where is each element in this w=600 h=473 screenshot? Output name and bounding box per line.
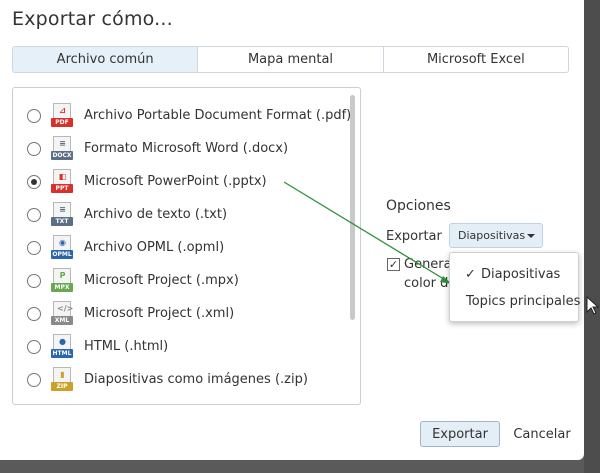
export-mode-label: Exportar [386, 229, 442, 244]
file-type-tag: TXT [51, 217, 73, 226]
file-type-glyph: P [59, 271, 66, 280]
format-label: HTML (.html) [84, 339, 169, 354]
format-radio[interactable] [27, 175, 41, 189]
format-label: Archivo OPML (.opml) [84, 240, 225, 255]
dropdown-item-diapositivas[interactable]: ✓ Diapositivas [450, 261, 580, 287]
format-radio[interactable] [27, 307, 41, 321]
format-option[interactable]: ● HTML HTML (.html) [13, 331, 353, 364]
export-mode-dropdown: ✓ Diapositivas Topics principales [449, 252, 580, 322]
format-option[interactable]: </> XML Microsoft Project (.xml) [13, 298, 353, 331]
export-dialog: Exportar cómo... Archivo común Mapa ment… [0, 0, 584, 460]
format-label: Archivo de texto (.txt) [84, 207, 228, 222]
format-radio[interactable] [27, 373, 41, 387]
format-option[interactable]: ≡ DOCX Formato Microsoft Word (.docx) [13, 133, 353, 166]
mouse-cursor-icon [586, 296, 600, 315]
format-radio[interactable] [27, 109, 41, 123]
pptx-file-icon: ◧ PPT [51, 169, 73, 195]
file-type-tag: OPML [51, 250, 73, 259]
docx-file-icon: ≡ DOCX [51, 136, 73, 162]
xml-file-icon: </> XML [51, 301, 73, 327]
file-type-glyph: ◉ [59, 238, 66, 247]
dropdown-item-label: Topics principales [466, 293, 581, 309]
format-list-scrollbar[interactable] [350, 95, 355, 320]
file-type-glyph: ◧ [58, 172, 67, 181]
dialog-title: Exportar cómo... [12, 8, 173, 30]
format-radio[interactable] [27, 241, 41, 255]
tab-archivo-comun[interactable]: Archivo común [13, 47, 199, 72]
opml-file-icon: ◉ OPML [51, 235, 73, 261]
checkmark-icon: ✓ [388, 258, 399, 271]
format-option[interactable]: ◉ OPML Archivo OPML (.opml) [13, 232, 353, 265]
export-mode-value: Diapositivas [458, 229, 526, 242]
file-type-glyph: ▮ [60, 370, 65, 379]
dropdown-item-label: Diapositivas [481, 266, 561, 282]
txt-file-icon: ≡ TXT [51, 202, 73, 228]
pdf-file-icon: ⊿ PDF [51, 103, 73, 129]
format-label: Archivo Portable Document Format (.pdf) [84, 108, 352, 123]
format-label: Microsoft Project (.xml) [84, 306, 235, 321]
format-radio[interactable] [27, 340, 41, 354]
options-heading: Opciones [386, 198, 451, 214]
file-type-glyph: ● [59, 337, 66, 346]
file-type-tag: PPT [51, 184, 73, 193]
file-type-tag: DOCX [51, 151, 73, 160]
generate-color-label-line2: color de [404, 276, 450, 291]
html-file-icon: ● HTML [51, 334, 73, 360]
file-type-glyph: </> [57, 304, 74, 313]
file-type-tag: ZIP [51, 382, 73, 391]
file-type-tag: MPX [51, 283, 73, 292]
file-type-glyph: ≡ [59, 205, 66, 214]
cancel-button[interactable]: Cancelar [510, 421, 574, 447]
format-option[interactable]: ◧ PPT Microsoft PowerPoint (.pptx) [13, 166, 353, 199]
generate-color-label-line1: Genera [404, 257, 450, 272]
file-type-tag: PDF [51, 118, 73, 127]
mpx-file-icon: P MPX [51, 268, 73, 294]
format-radio[interactable] [27, 208, 41, 222]
format-label: Microsoft Project (.mpx) [84, 273, 239, 288]
format-option[interactable]: P MPX Microsoft Project (.mpx) [13, 265, 353, 298]
export-mode-select[interactable]: Diapositivas [449, 223, 543, 248]
generate-color-checkbox[interactable]: ✓ [387, 258, 400, 271]
export-tabs: Archivo común Mapa mental Microsoft Exce… [12, 46, 569, 73]
file-type-glyph: ≡ [59, 139, 66, 148]
format-radio[interactable] [27, 142, 41, 156]
background-app-edge [584, 0, 600, 473]
check-icon: ✓ [465, 266, 476, 282]
export-button[interactable]: Exportar [420, 421, 500, 447]
tab-mapa-mental[interactable]: Mapa mental [198, 47, 384, 72]
file-type-tag: HTML [51, 349, 73, 358]
format-label: Diapositivas como imágenes (.zip) [84, 372, 308, 387]
format-option[interactable]: ⊿ PDF Archivo Portable Document Format (.p… [13, 100, 353, 133]
format-radio[interactable] [27, 274, 41, 288]
dropdown-item-topics-principales[interactable]: Topics principales [450, 288, 580, 314]
file-type-tag: XML [51, 316, 73, 325]
zip-file-icon: ▮ ZIP [51, 367, 73, 393]
format-label: Formato Microsoft Word (.docx) [84, 141, 289, 156]
format-option[interactable]: ▮ ZIP Diapositivas como imágenes (.zip) [13, 364, 353, 397]
file-type-glyph: ⊿ [59, 106, 66, 115]
format-option[interactable]: ≡ TXT Archivo de texto (.txt) [13, 199, 353, 232]
format-label: Microsoft PowerPoint (.pptx) [84, 174, 267, 189]
caret-down-icon [527, 234, 535, 238]
format-list: ⊿ PDF Archivo Portable Document Format (.p… [12, 87, 361, 405]
tab-microsoft-excel[interactable]: Microsoft Excel [383, 47, 568, 72]
